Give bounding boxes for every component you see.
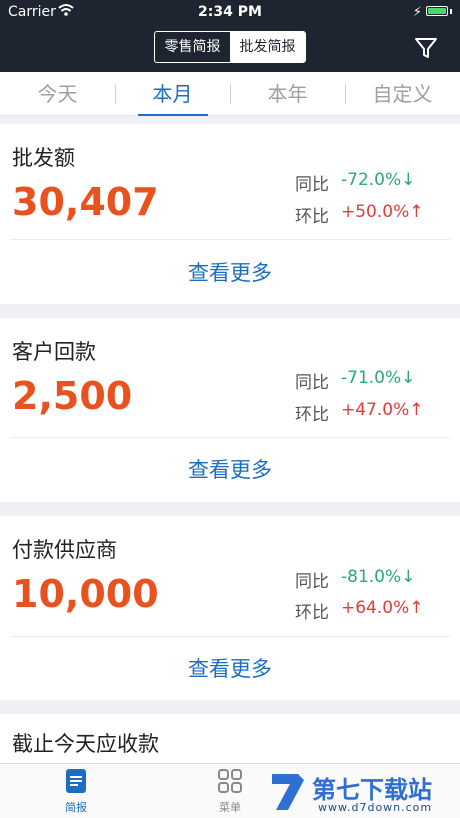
- yoy-label: 同比: [295, 373, 329, 393]
- view-more-link[interactable]: 查看更多: [0, 454, 460, 484]
- grid-icon: [218, 769, 242, 793]
- active-tab-underline: [138, 114, 208, 116]
- card-value: 2,500: [12, 374, 133, 418]
- yoy-row: 同比 -71.0%↓: [295, 368, 415, 393]
- card-supplier-payment: 付款供应商 10,000 同比 -81.0%↓ 环比 +64.0%↑ 查看更多: [0, 516, 460, 700]
- card-receivables: 截止今天应收款: [0, 714, 460, 763]
- watermark: 第七下载站 www.d7down.com: [268, 768, 458, 816]
- filter-icon[interactable]: [414, 36, 438, 60]
- yoy-value: -81.0%↓: [341, 567, 416, 587]
- document-icon: [66, 769, 86, 793]
- mom-value: +64.0%↑: [341, 598, 424, 618]
- mom-value: +47.0%↑: [341, 400, 424, 420]
- charging-icon: ⚡: [412, 5, 422, 20]
- tabbar-item-brief[interactable]: 简报: [46, 768, 106, 815]
- card-title: 批发额: [12, 146, 75, 170]
- segment-wholesale[interactable]: 批发简报: [230, 32, 305, 62]
- view-more-link[interactable]: 查看更多: [0, 257, 460, 287]
- card-value: 30,407: [12, 180, 159, 224]
- yoy-row: 同比 -81.0%↓: [295, 567, 415, 592]
- report-type-switch[interactable]: 零售简报 批发简报: [154, 31, 306, 63]
- card-title: 客户回款: [12, 340, 96, 364]
- yoy-label: 同比: [295, 572, 329, 592]
- card-wholesale-amount: 批发额 30,407 同比 -72.0%↓ 环比 +50.0%↑ 查看更多: [0, 124, 460, 304]
- mom-label: 环比: [295, 603, 329, 623]
- period-tabs: 今天 本月 本年 自定义: [0, 72, 460, 116]
- mom-row: 环比 +50.0%↑: [295, 202, 424, 227]
- yoy-value: -72.0%↓: [341, 170, 416, 190]
- card-title: 付款供应商: [12, 538, 117, 562]
- yoy-label: 同比: [295, 175, 329, 195]
- mom-row: 环比 +47.0%↑: [295, 400, 424, 425]
- card-divider: [10, 636, 450, 637]
- status-bar: Carrier 2:34 PM ⚡: [0, 0, 460, 22]
- card-customer-payment: 客户回款 2,500 同比 -71.0%↓ 环比 +47.0%↑ 查看更多: [0, 318, 460, 502]
- tabbar-item-menu[interactable]: 菜单: [200, 768, 260, 815]
- card-divider: [10, 437, 450, 438]
- watermark-url: www.d7down.com: [318, 801, 433, 814]
- mom-row: 环比 +64.0%↑: [295, 598, 424, 623]
- status-time: 2:34 PM: [198, 4, 262, 20]
- segment-retail[interactable]: 零售简报: [155, 32, 230, 62]
- app-header: Carrier 2:34 PM ⚡ 零售简报 批发简报: [0, 0, 460, 72]
- tab-today[interactable]: 今天: [0, 72, 115, 116]
- tabbar-label: 简报: [65, 801, 87, 814]
- yoy-value: -71.0%↓: [341, 368, 416, 388]
- watermark-logo-icon: [272, 774, 304, 810]
- battery-tip: [450, 9, 452, 14]
- tabbar-label: 菜单: [219, 801, 241, 814]
- card-title: 截止今天应收款: [12, 732, 159, 756]
- mom-value: +50.0%↑: [341, 202, 424, 222]
- tab-this-month[interactable]: 本月: [115, 72, 230, 116]
- tab-this-year[interactable]: 本年: [230, 72, 345, 116]
- watermark-text: 第七下载站: [312, 776, 432, 804]
- card-value: 10,000: [12, 572, 159, 616]
- mom-label: 环比: [295, 405, 329, 425]
- battery-icon: [426, 6, 448, 16]
- view-more-link[interactable]: 查看更多: [0, 653, 460, 683]
- yoy-row: 同比 -72.0%↓: [295, 170, 415, 195]
- tab-custom[interactable]: 自定义: [345, 72, 460, 116]
- card-divider: [10, 239, 450, 240]
- mom-label: 环比: [295, 207, 329, 227]
